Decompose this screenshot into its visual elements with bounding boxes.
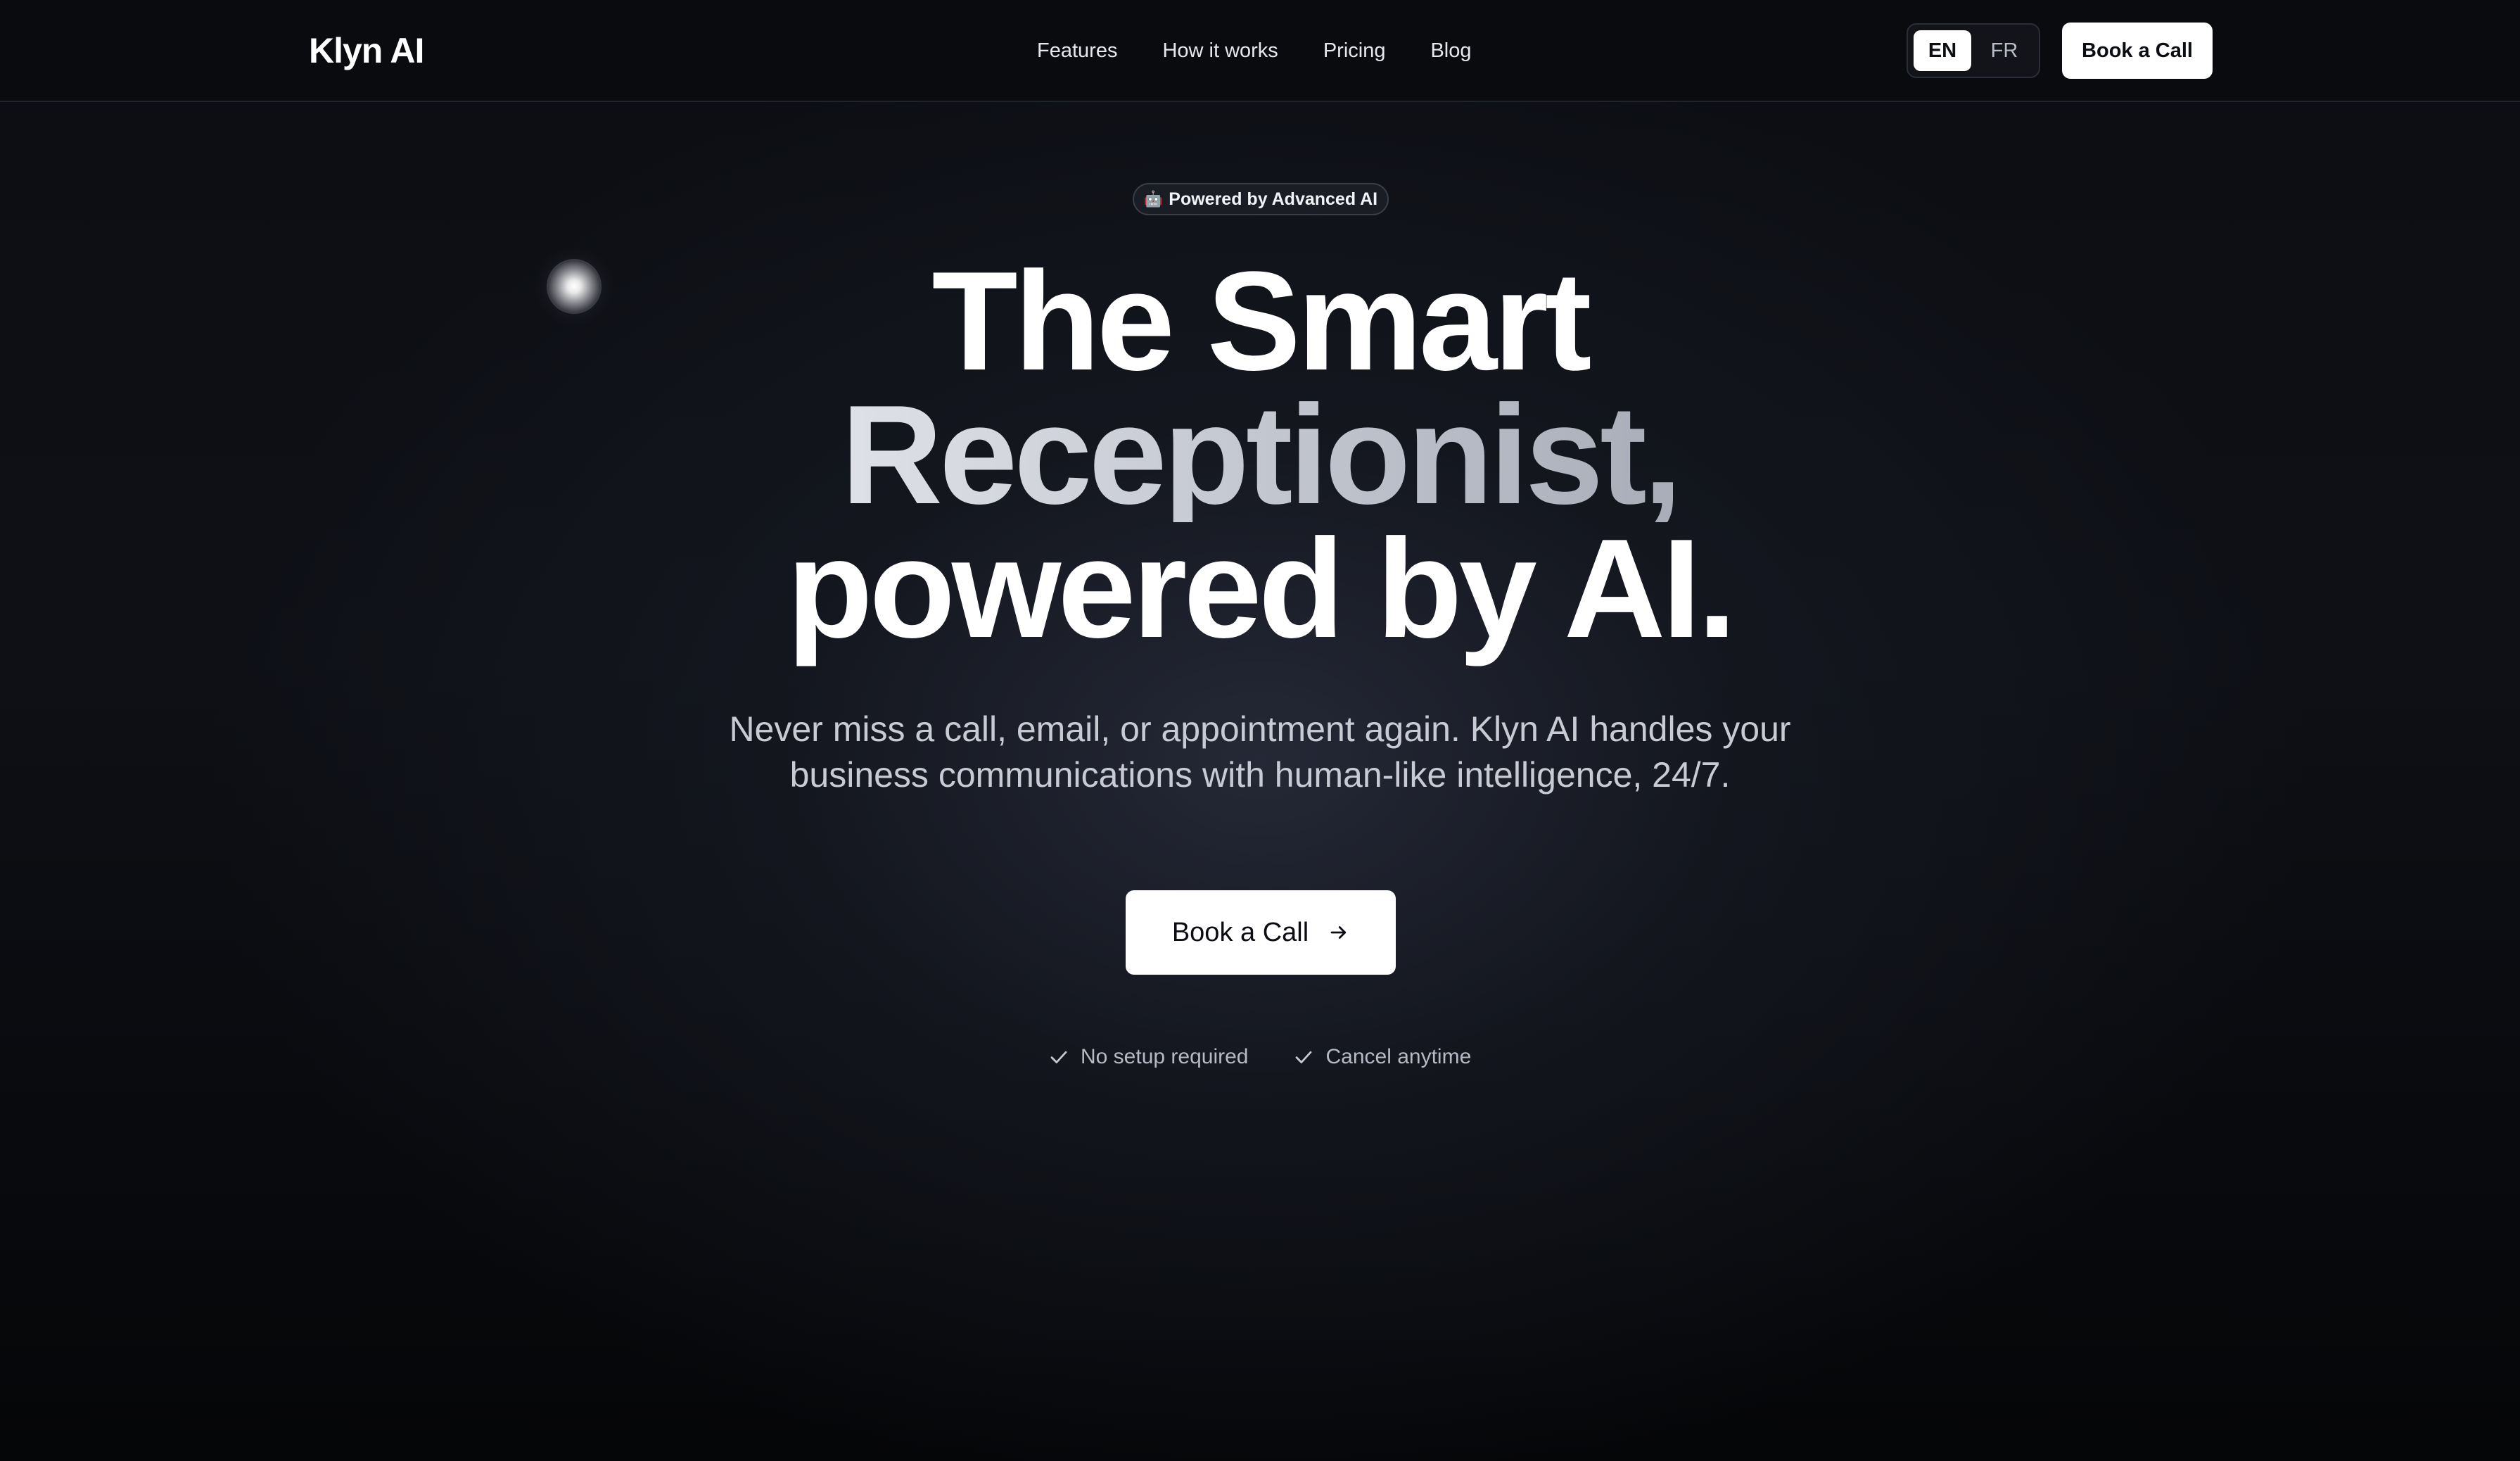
headline-line-1: The Smart <box>931 243 1591 400</box>
main-nav: Features How it works Pricing Blog <box>1037 37 1472 65</box>
assurance-item: No setup required <box>1048 1043 1248 1071</box>
headline-line-2: Receptionist, <box>0 385 2520 526</box>
hero-cta-label: Book a Call <box>1171 917 1309 947</box>
nav-link-pricing[interactable]: Pricing <box>1323 37 1386 65</box>
arrow-right-icon <box>1330 926 1347 939</box>
badge-label: Powered by Advanced AI <box>1169 189 1378 209</box>
language-toggle: EN FR <box>1907 23 2040 78</box>
hero-subtitle: Never miss a call, email, or appointment… <box>729 709 1791 795</box>
headline-line-3: powered by AI. <box>787 510 1736 667</box>
language-option-en[interactable]: EN <box>1914 30 1971 71</box>
hero-assurances: No setup required Cancel anytime <box>1048 1043 1471 1071</box>
hero-headline: The Smart Receptionist, powered by AI. <box>0 243 2520 667</box>
assurance-label: Cancel anytime <box>1325 1045 1472 1068</box>
site-header: Klyn AI Features How it works Pricing Bl… <box>0 0 2520 102</box>
header-book-call-button[interactable]: Book a Call <box>2062 23 2213 79</box>
check-icon <box>1050 1051 1067 1063</box>
assurance-label: No setup required <box>1081 1045 1249 1068</box>
nav-link-features[interactable]: Features <box>1037 37 1117 65</box>
hero-book-call-button[interactable]: Book a Call <box>1126 890 1396 975</box>
logo[interactable]: Klyn AI <box>309 27 424 75</box>
language-option-fr[interactable]: FR <box>1975 30 2033 71</box>
assurance-item: Cancel anytime <box>1293 1043 1471 1071</box>
robot-icon: 🤖 <box>1143 190 1164 208</box>
landing-page: Klyn AI Features How it works Pricing Bl… <box>0 0 2520 1461</box>
nav-link-how-it-works[interactable]: How it works <box>1162 37 1278 65</box>
check-icon <box>1296 1051 1312 1063</box>
powered-by-badge: 🤖 Powered by Advanced AI <box>1133 183 1389 215</box>
nav-link-blog[interactable]: Blog <box>1430 37 1471 65</box>
